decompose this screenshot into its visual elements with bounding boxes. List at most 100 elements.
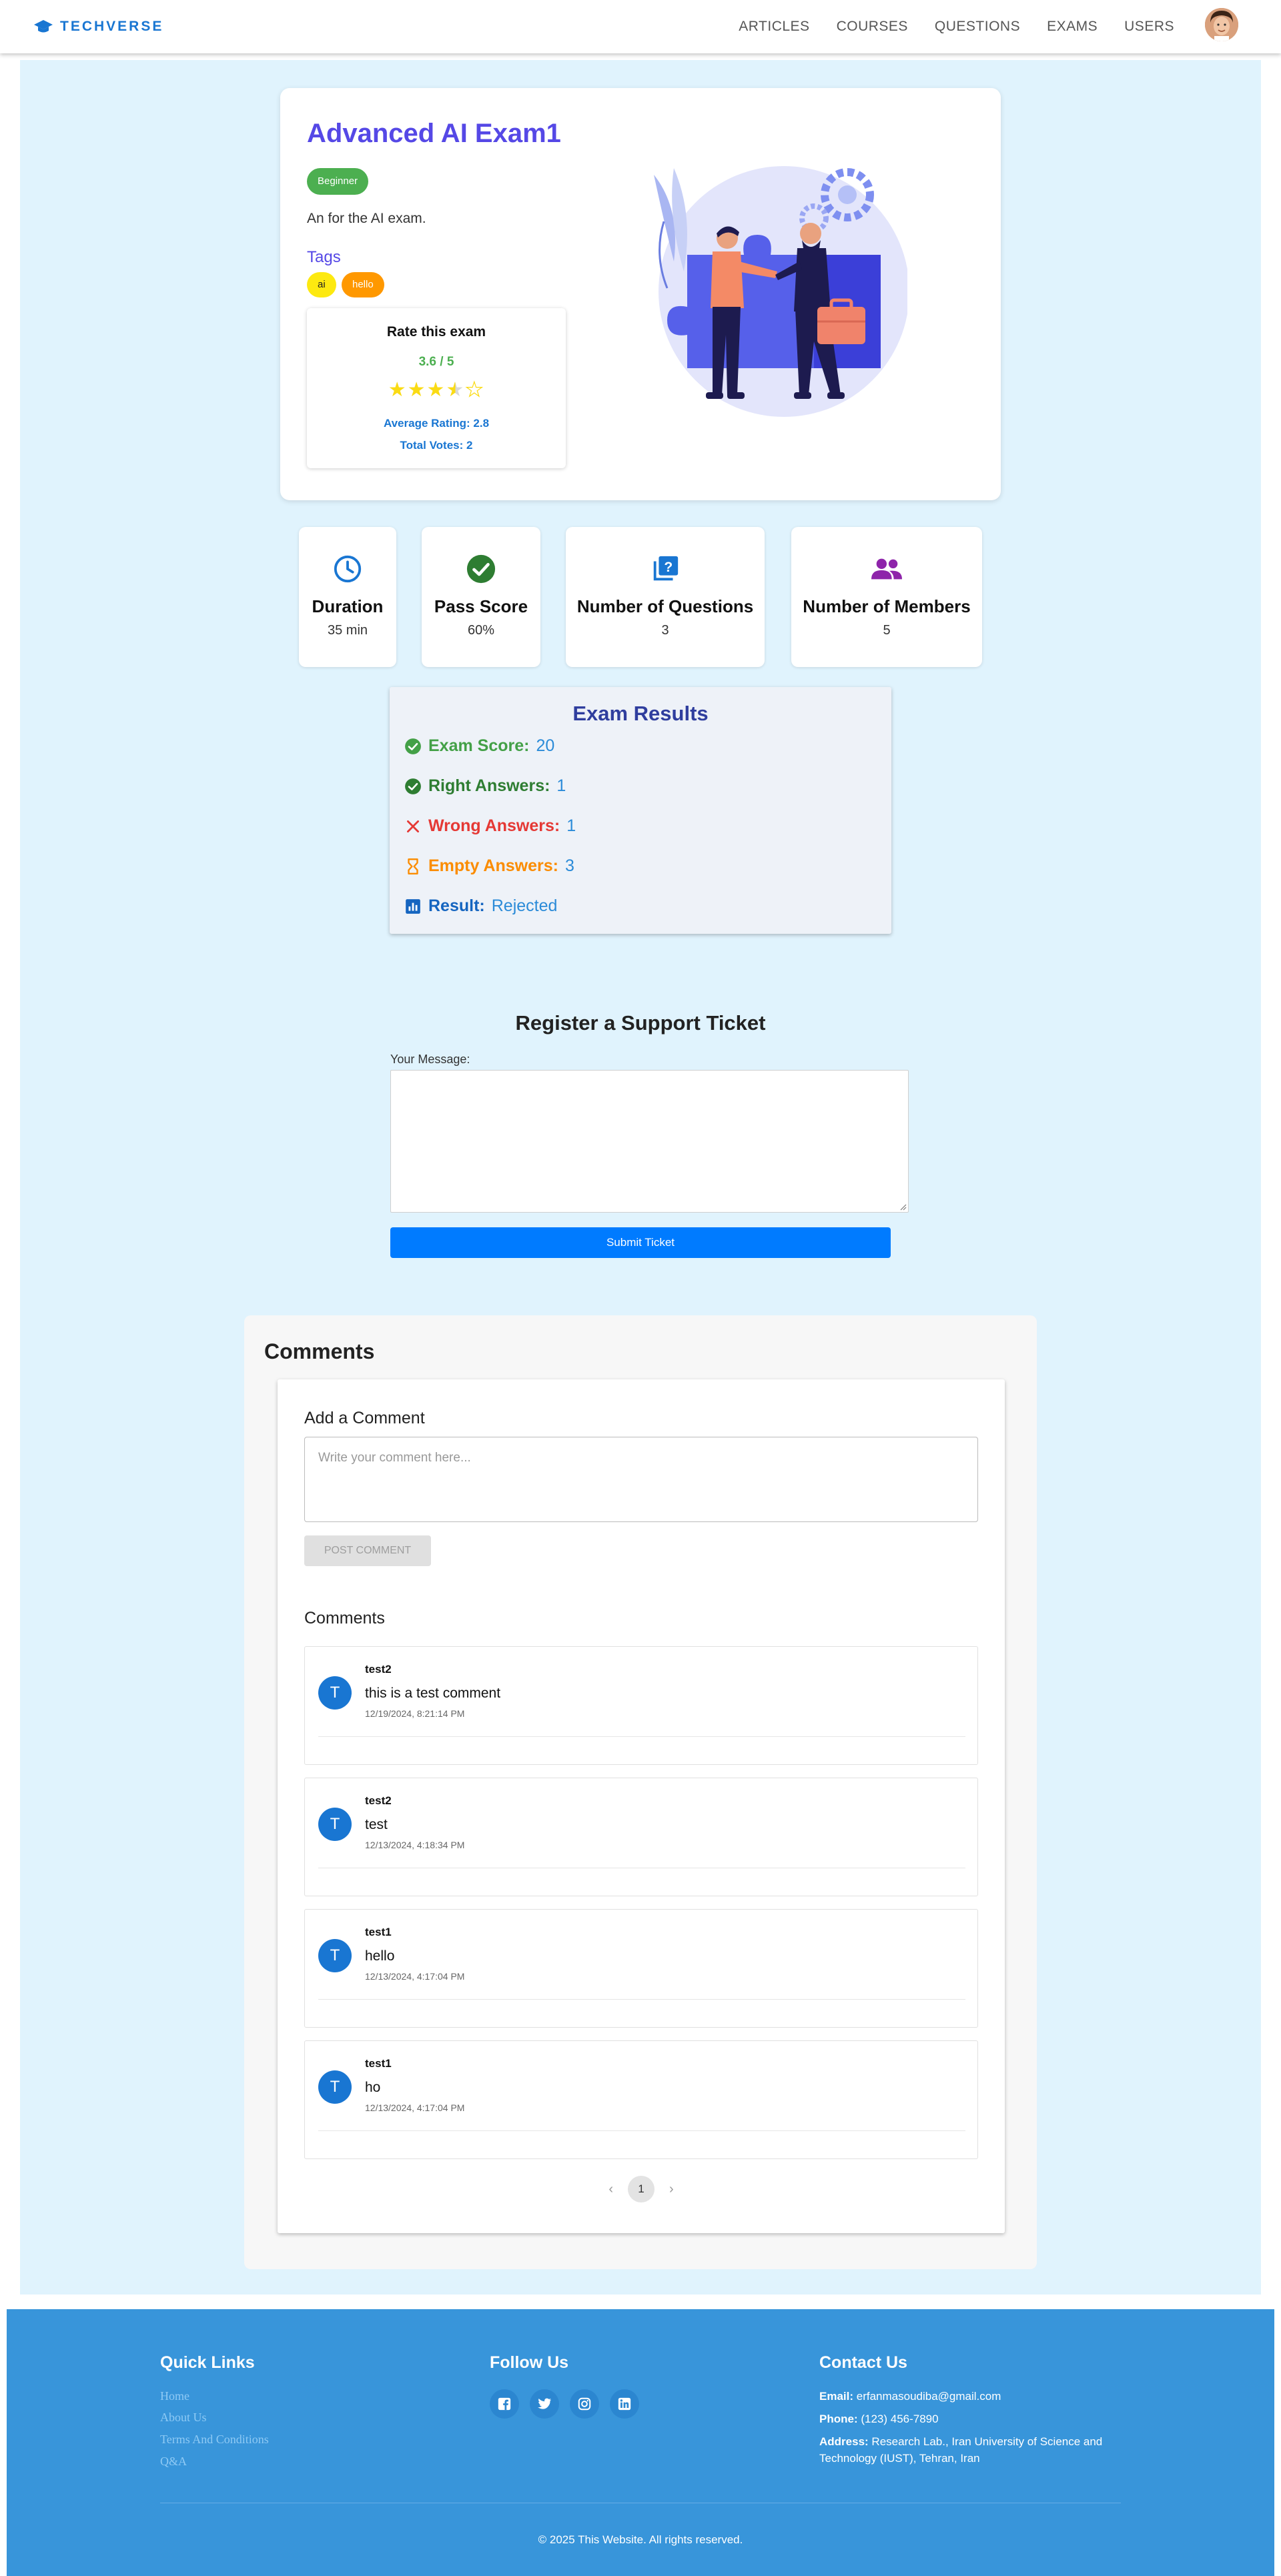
star-rating[interactable]: ★★★★★: [307, 378, 566, 402]
nav-articles[interactable]: ARTICLES: [739, 19, 809, 35]
user-avatar[interactable]: [1205, 8, 1238, 41]
divider: [318, 2130, 965, 2131]
submit-ticket-button[interactable]: Submit Ticket: [390, 1227, 891, 1258]
comment-date: 12/13/2024, 4:18:34 PM: [365, 1840, 465, 1850]
result-label: Result:: [428, 896, 485, 915]
nav-links: ARTICLES COURSES QUESTIONS EXAMS USERS: [739, 19, 1174, 35]
stat-value: 60%: [467, 623, 495, 638]
twitter-icon[interactable]: [530, 2389, 559, 2419]
stat-card-members: Number of Members 5: [791, 527, 982, 667]
contact-address-label: Address:: [819, 2435, 869, 2448]
add-comment-title: Add a Comment: [304, 1409, 425, 1427]
result-status: Result: Rejected: [404, 896, 557, 916]
results-title: Exam Results: [572, 702, 709, 725]
resize-handle-icon[interactable]: [899, 1203, 907, 1211]
post-comment-button[interactable]: POST COMMENT: [304, 1535, 431, 1566]
nav-questions[interactable]: QUESTIONS: [935, 19, 1020, 35]
comments-list-title: Comments: [304, 1609, 385, 1628]
contact-phone-label: Phone:: [819, 2413, 858, 2425]
quick-links-title: Quick Links: [160, 2353, 255, 2372]
comment-text: test: [365, 1817, 388, 1832]
comment-author: test1: [365, 1926, 392, 1938]
level-badge: Beginner: [307, 168, 369, 195]
result-value: 3: [564, 856, 574, 875]
stat-card-questions: ? Number of Questions 3: [566, 527, 765, 667]
result-label: Exam Score:: [428, 736, 530, 755]
footer-link-about[interactable]: About Us: [160, 2411, 207, 2425]
exam-results-panel: Exam Results Exam Score: 20 Right Answer…: [390, 687, 891, 934]
brand-logo[interactable]: TECHVERSE: [33, 19, 163, 35]
facebook-icon[interactable]: [490, 2389, 519, 2419]
contact-phone-value: (123) 456-7890: [861, 2413, 939, 2425]
result-wrong-answers: Wrong Answers: 1: [404, 816, 576, 836]
star-empty-icon[interactable]: ★: [465, 378, 484, 401]
star-half-icon[interactable]: ★: [446, 379, 465, 401]
footer-link-qa[interactable]: Q&A: [160, 2455, 187, 2469]
footer-link-terms[interactable]: Terms And Conditions: [160, 2433, 269, 2447]
navbar: TECHVERSE ARTICLES COURSES QUESTIONS EXA…: [0, 0, 1281, 53]
star-icon[interactable]: ★: [388, 379, 408, 401]
comment-item: T test2 this is a test comment 12/19/202…: [304, 1646, 978, 1765]
stat-card-pass-score: Pass Score 60%: [422, 527, 540, 667]
comment-author: test2: [365, 1794, 392, 1807]
total-votes: Total Votes: 2: [400, 439, 473, 452]
stat-label: Pass Score: [434, 596, 528, 616]
brand-name: TECHVERSE: [60, 19, 164, 34]
result-label: Right Answers:: [428, 776, 550, 795]
tags-label: Tags: [307, 248, 341, 266]
contact-phone: Phone: (123) 456-7890: [819, 2411, 1133, 2427]
exam-description: An for the AI exam.: [307, 211, 426, 226]
stat-card-duration: Duration 35 min: [299, 527, 396, 667]
stat-label: Number of Questions: [576, 596, 754, 616]
rating-title: Rate this exam: [386, 324, 486, 340]
close-icon: [407, 820, 419, 832]
svg-text:?: ?: [664, 560, 673, 575]
comment-text: hello: [365, 1948, 395, 1964]
ticket-message-textarea[interactable]: [390, 1070, 909, 1213]
instagram-icon[interactable]: [570, 2389, 599, 2419]
ticket-title: Register a Support Ticket: [515, 1011, 766, 1035]
stat-label: Number of Members: [803, 596, 971, 616]
copyright-text: © 2025 This Website. All rights reserved…: [538, 2533, 743, 2546]
exam-title: Advanced AI Exam1: [307, 119, 561, 148]
result-value: 1: [566, 816, 576, 835]
people-icon: [871, 558, 902, 580]
nav-users[interactable]: USERS: [1124, 19, 1174, 35]
footer: Quick Links Home About Us Terms And Cond…: [7, 2309, 1274, 2576]
comment-date: 12/19/2024, 8:21:14 PM: [365, 1708, 465, 1719]
comment-avatar: T: [318, 1939, 352, 1972]
nav-exams[interactable]: EXAMS: [1047, 19, 1098, 35]
star-icon[interactable]: ★: [408, 379, 427, 401]
result-value: 1: [556, 776, 566, 795]
comment-avatar: T: [318, 1808, 352, 1841]
chevron-left-icon[interactable]: ‹: [608, 2182, 613, 2197]
follow-us-title: Follow Us: [490, 2353, 569, 2372]
comment-input[interactable]: Write your comment here...: [304, 1437, 978, 1522]
average-rating: Average Rating: 2.8: [383, 417, 490, 430]
contact-email-label: Email:: [819, 2390, 854, 2403]
ticket-message-label: Your Message:: [390, 1053, 470, 1066]
comment-item: T test2 test 12/13/2024, 4:18:34 PM: [304, 1778, 978, 1896]
contact-us-title: Contact Us: [819, 2353, 907, 2372]
result-exam-score: Exam Score: 20: [404, 736, 554, 756]
comments-heading: Comments: [264, 1339, 375, 1363]
footer-link-home[interactable]: Home: [160, 2389, 189, 2403]
contact-email-value[interactable]: erfanmasoudiba@gmail.com: [857, 2390, 1001, 2403]
pagination: ‹ 1 ›: [278, 2176, 1005, 2202]
chevron-right-icon[interactable]: ›: [669, 2182, 674, 2197]
star-icon[interactable]: ★: [427, 379, 446, 401]
nav-courses[interactable]: COURSES: [837, 19, 908, 35]
tag-chip[interactable]: hello: [342, 272, 384, 297]
check-circle-icon: [405, 778, 421, 794]
comment-text: this is a test comment: [365, 1686, 501, 1701]
linkedin-icon[interactable]: [610, 2389, 639, 2419]
comment-date: 12/13/2024, 4:17:04 PM: [365, 1971, 465, 1982]
hourglass-icon: [408, 858, 418, 874]
bar-chart-icon: [406, 898, 420, 914]
stat-value: 35 min: [327, 623, 368, 638]
result-empty-answers: Empty Answers: 3: [404, 856, 574, 876]
check-circle-icon: [405, 738, 421, 754]
comment-item: T test1 hello 12/13/2024, 4:17:04 PM: [304, 1909, 978, 2028]
tag-chip[interactable]: ai: [307, 272, 336, 297]
page-button[interactable]: 1: [628, 2176, 655, 2202]
